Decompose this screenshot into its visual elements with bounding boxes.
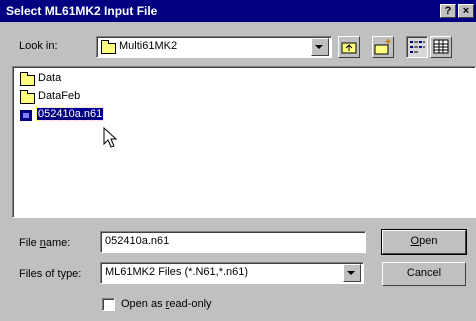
details-view-button[interactable] <box>430 36 452 58</box>
look-in-label: Look in: <box>19 40 58 52</box>
look-in-value: Multi61MK2 <box>119 40 178 52</box>
cancel-button[interactable]: Cancel <box>382 262 466 286</box>
list-item-datafeb-folder[interactable]: DataFeb <box>17 89 117 105</box>
look-in-combo[interactable]: Multi61MK2 <box>96 36 332 58</box>
new-folder-button[interactable] <box>372 36 394 58</box>
close-icon: × <box>462 5 470 17</box>
files-of-type-value: ML61MK2 Files (*.N61,*.n61) <box>105 266 249 278</box>
title-bar[interactable]: Select ML61MK2 Input File ? × <box>0 0 476 22</box>
up-folder-icon <box>341 42 357 54</box>
list-item-label: Data <box>38 72 62 84</box>
file-name-label-post: ame: <box>45 237 71 249</box>
folder-icon <box>101 40 116 54</box>
up-folder-button[interactable] <box>338 36 360 58</box>
list-view-button[interactable] <box>406 36 428 58</box>
open-hotkey: O <box>410 235 420 247</box>
folder-icon <box>20 72 35 86</box>
read-only-checkbox[interactable] <box>102 298 115 311</box>
window-title: Select ML61MK2 Input File <box>6 4 158 18</box>
help-icon: ? <box>444 5 452 17</box>
read-only-label: Open as read-only <box>121 298 212 310</box>
open-button-label: Open <box>383 235 465 247</box>
read-only-label-pre: Open as <box>121 298 166 310</box>
list-item-data-folder[interactable]: Data <box>17 71 117 87</box>
help-button[interactable]: ? <box>440 4 456 18</box>
mouse-cursor-icon <box>103 127 117 148</box>
files-of-type-label: Files of type: <box>19 268 82 280</box>
close-button[interactable]: × <box>458 4 474 18</box>
files-of-type-dropdown-button[interactable] <box>343 264 361 282</box>
details-view-icon <box>433 39 449 54</box>
list-item-label: 052410a.n61 <box>35 107 105 121</box>
read-only-label-post: ead-only <box>169 298 212 310</box>
file-list[interactable]: Data DataFeb 052410a.n61 <box>12 66 476 218</box>
file-name-label: File name: <box>19 237 70 249</box>
new-folder-icon <box>374 39 391 55</box>
list-item-label: DataFeb <box>38 90 81 102</box>
file-name-value: 052410a.n61 <box>105 235 170 247</box>
files-of-type-select[interactable]: ML61MK2 Files (*.N61,*.n61) <box>100 262 364 284</box>
file-name-input[interactable]: 052410a.n61 <box>100 231 366 253</box>
cancel-button-label: Cancel <box>406 267 442 279</box>
open-rest: pen <box>419 235 438 247</box>
n61-file-icon <box>19 109 33 122</box>
folder-icon <box>20 90 35 104</box>
look-in-dropdown-button[interactable] <box>311 38 329 56</box>
list-item-selected-file[interactable]: 052410a.n61 <box>17 107 117 123</box>
file-name-label-pre: File <box>19 237 40 249</box>
list-view-icon <box>410 41 425 53</box>
open-button[interactable]: Open <box>381 229 467 255</box>
